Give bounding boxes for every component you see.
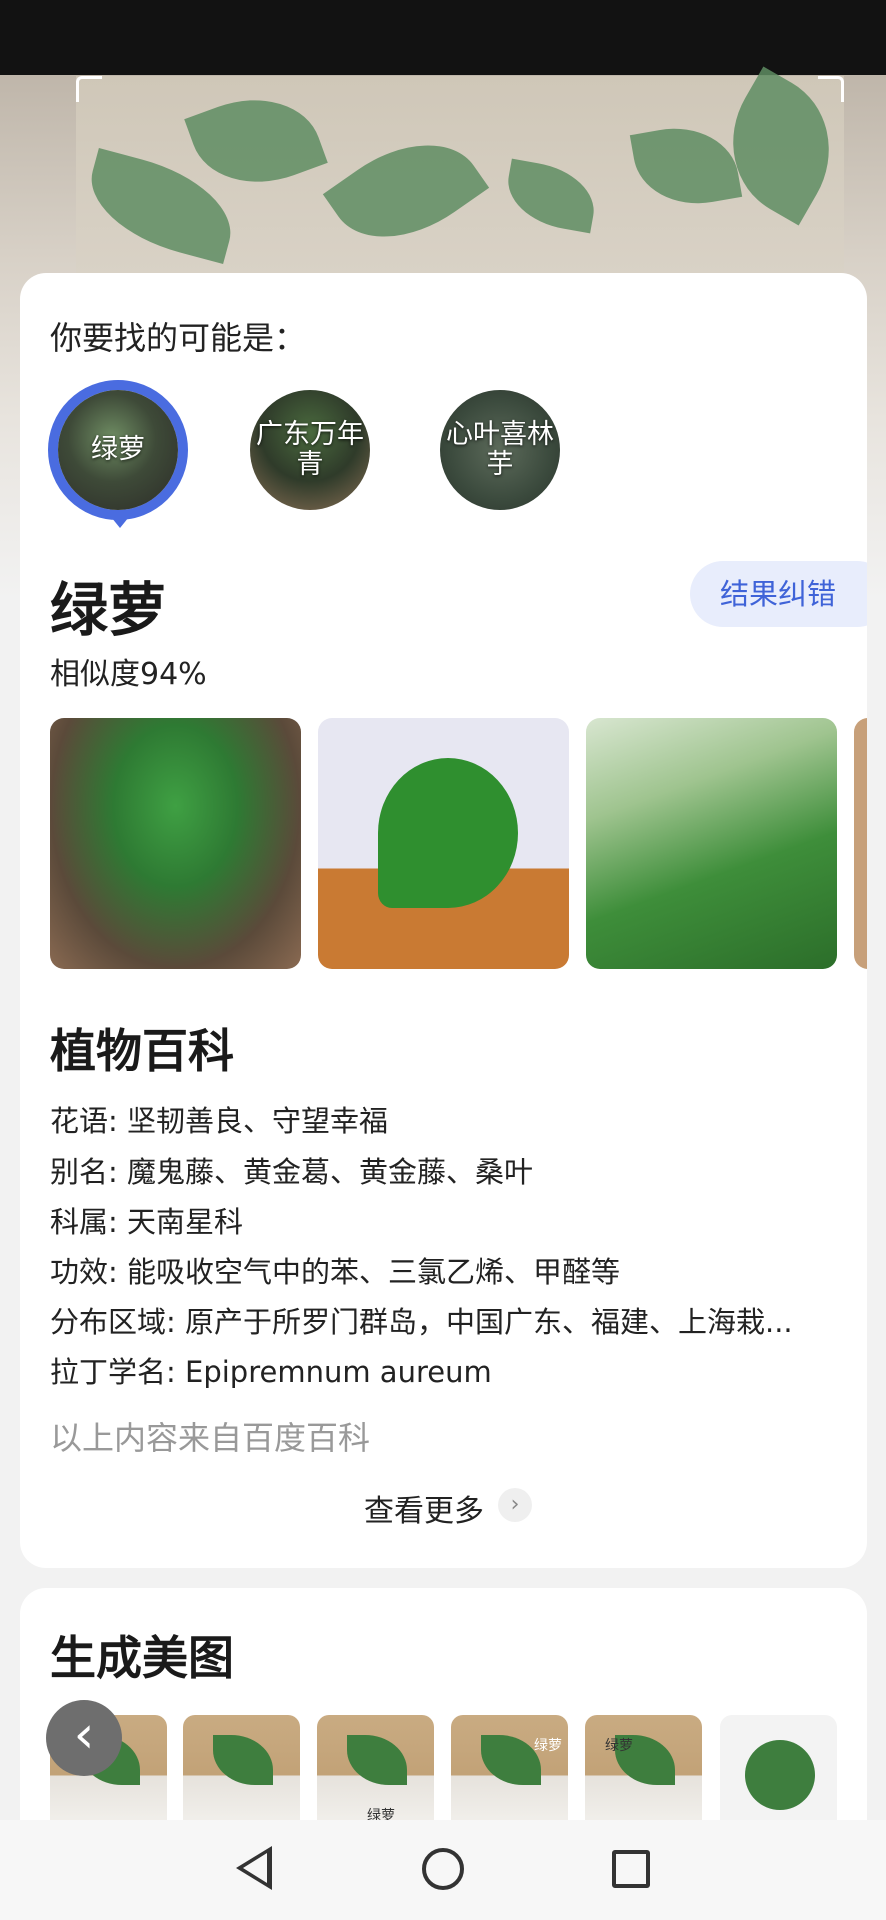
candidate-guangdong-wannianqing[interactable]: 广东万年青 bbox=[250, 390, 370, 510]
source-note: 以上内容来自百度百科 bbox=[50, 1419, 371, 1457]
selected-pointer bbox=[107, 512, 133, 528]
scan-preview bbox=[76, 66, 859, 276]
chevron-right-icon[interactable]: › bbox=[498, 1488, 532, 1522]
chevron-left-icon[interactable]: ‹ bbox=[46, 1700, 122, 1776]
info-distribution: 分布区域: 原产于所罗门群岛，中国广东、福建、上海栽... bbox=[50, 1305, 793, 1339]
info-alias: 别名: 魔鬼藤、黄金葛、黄金藤、桑叶 bbox=[50, 1155, 534, 1189]
info-benefit: 功效: 能吸收空气中的苯、三氯乙烯、甲醛等 bbox=[50, 1255, 621, 1289]
generated-image[interactable]: 绿萝 bbox=[451, 1715, 568, 1825]
system-navigation-bar bbox=[0, 1820, 886, 1920]
prompt-text: 你要找的可能是： bbox=[50, 319, 307, 357]
generated-image[interactable]: 绿萝 bbox=[317, 1715, 434, 1825]
candidate-label: 心叶喜林芋 bbox=[446, 419, 554, 480]
plant-photo[interactable] bbox=[854, 718, 867, 969]
back-icon[interactable] bbox=[236, 1846, 272, 1890]
similarity-score: 相似度94% bbox=[50, 657, 207, 692]
candidate-label: 绿萝 bbox=[91, 434, 145, 465]
plant-photo[interactable] bbox=[50, 718, 301, 969]
candidate-label: 广东万年青 bbox=[256, 419, 364, 480]
recent-apps-icon[interactable] bbox=[612, 1850, 650, 1888]
candidate-xinye-xilinyu[interactable]: 心叶喜林芋 bbox=[440, 390, 560, 510]
generated-image[interactable]: 绿萝 bbox=[585, 1715, 702, 1825]
candidate-lvluo[interactable]: 绿萝 bbox=[48, 380, 188, 520]
info-flower-language: 花语: 坚韧善良、守望幸福 bbox=[50, 1104, 389, 1138]
generate-title: 生成美图 bbox=[50, 1631, 234, 1685]
scan-corner-top-left bbox=[76, 76, 102, 102]
generated-image[interactable] bbox=[183, 1715, 300, 1825]
generated-image[interactable] bbox=[720, 1715, 837, 1825]
result-card: 你要找的可能是： 绿萝 广东万年青 心叶喜林芋 绿萝 结果纠错 相似度94% 植… bbox=[20, 273, 867, 1568]
plant-photo[interactable] bbox=[318, 718, 569, 969]
info-latin-name: 拉丁学名: Epipremnum aureum bbox=[50, 1355, 492, 1389]
plant-photo[interactable] bbox=[586, 718, 837, 969]
encyclopedia-title: 植物百科 bbox=[50, 1024, 234, 1078]
see-more-button[interactable]: 查看更多 bbox=[364, 1486, 484, 1530]
home-icon[interactable] bbox=[422, 1848, 464, 1890]
scan-corner-top-right bbox=[818, 76, 844, 102]
result-correction-button[interactable]: 结果纠错 bbox=[690, 561, 867, 627]
info-family: 科属: 天南星科 bbox=[50, 1205, 244, 1239]
plant-name: 绿萝 bbox=[50, 576, 167, 644]
